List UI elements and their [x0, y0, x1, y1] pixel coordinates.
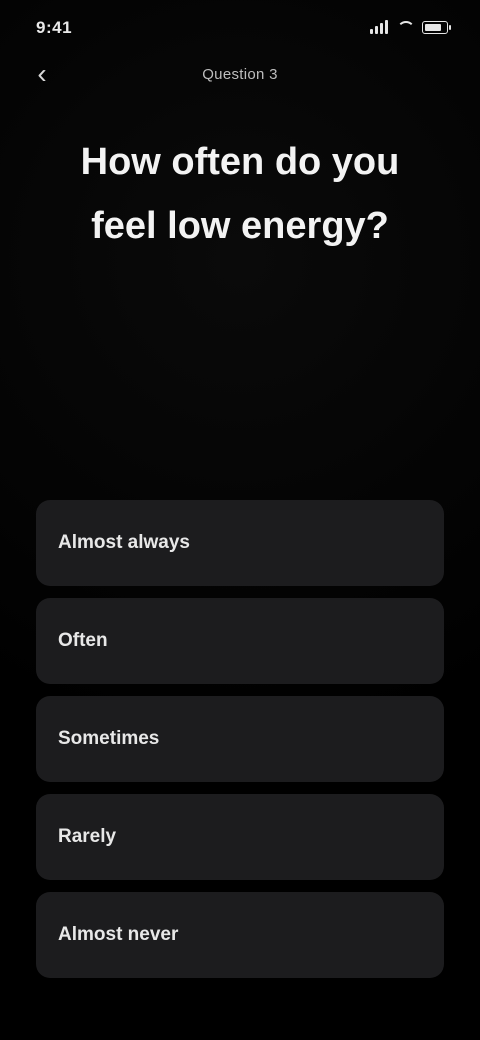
screen: 9:41 ‹ Question 3 How often do you feel … [0, 0, 480, 1040]
option-almost-always[interactable]: Almost always [36, 500, 444, 586]
battery-icon [422, 20, 451, 34]
signal-icon [370, 20, 388, 34]
option-rarely[interactable]: Rarely [36, 794, 444, 880]
status-bar: 9:41 [0, 0, 480, 60]
question-title: How often do you feel low energy? [80, 141, 400, 247]
option-label: Often [58, 630, 108, 651]
option-label: Sometimes [58, 728, 160, 749]
answer-options: Almost always Often Sometimes Rarely Alm… [36, 500, 444, 978]
option-label: Almost never [58, 924, 179, 945]
wifi-icon [396, 20, 415, 34]
option-label: Almost always [58, 532, 190, 553]
progress-label: Question 3 [202, 66, 278, 83]
option-label: Rarely [58, 826, 117, 847]
status-time: 9:41 [36, 18, 73, 37]
status-icons [370, 20, 451, 34]
option-sometimes[interactable]: Sometimes [36, 696, 444, 782]
option-often[interactable]: Often [36, 598, 444, 684]
option-almost-never[interactable]: Almost never [36, 892, 444, 978]
